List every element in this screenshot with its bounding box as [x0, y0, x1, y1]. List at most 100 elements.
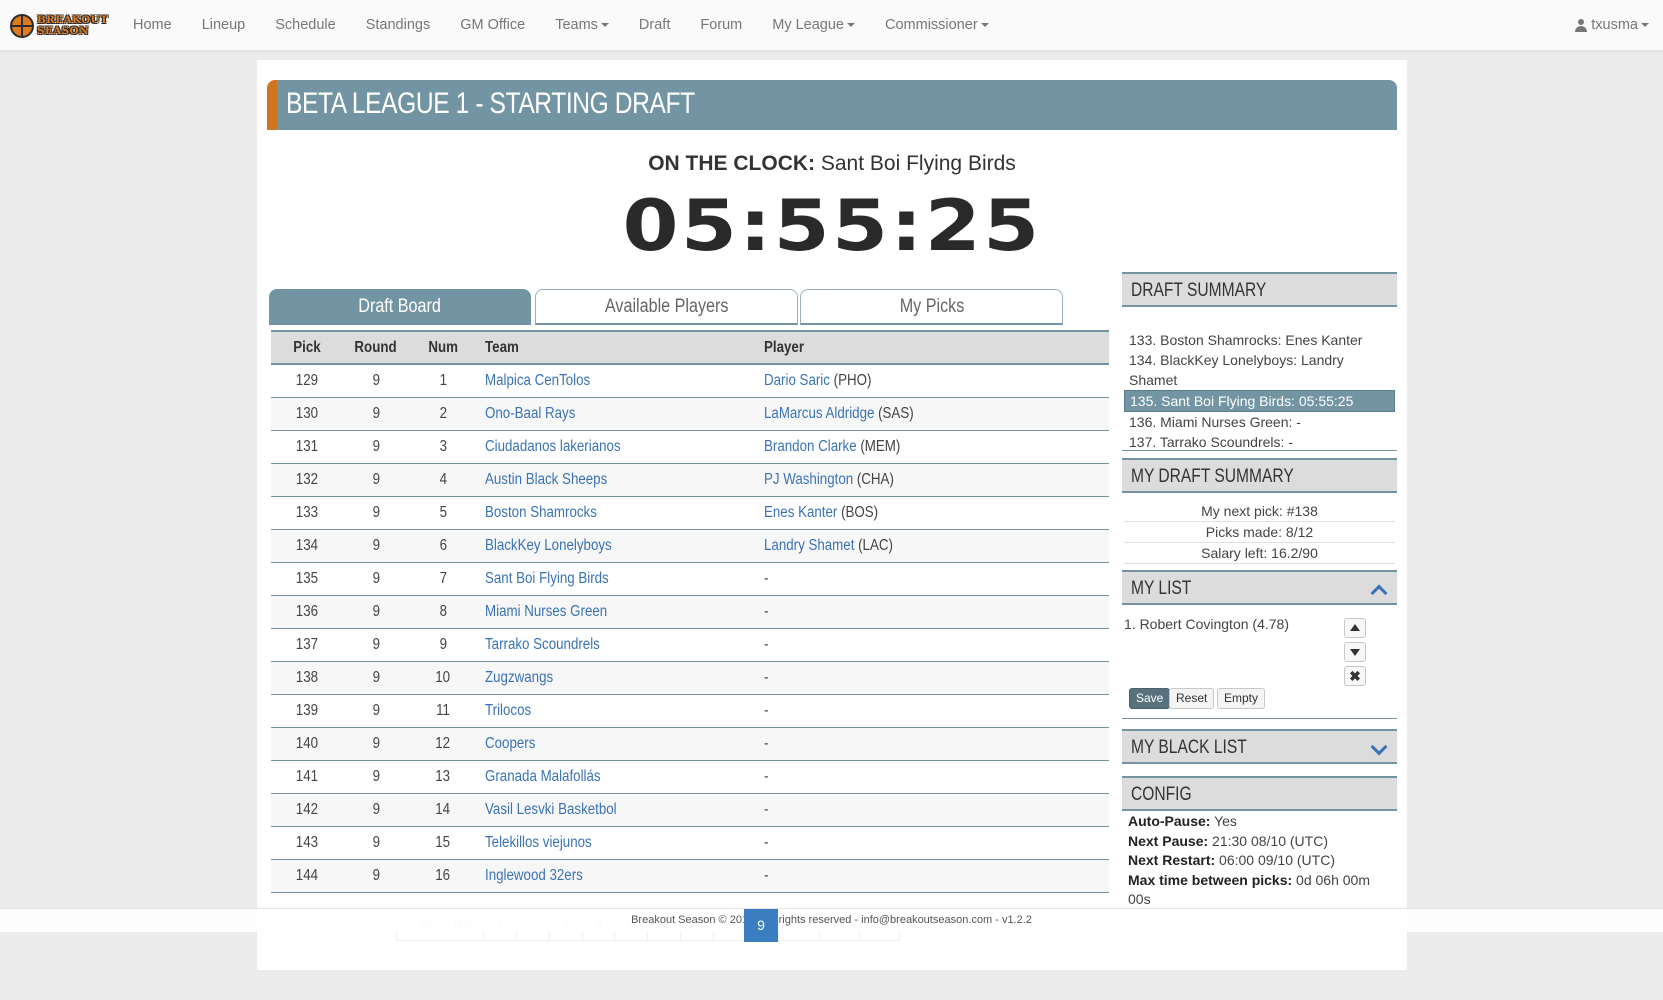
nav-item-label: Forum — [700, 17, 743, 33]
move-up-button[interactable] — [1344, 618, 1366, 638]
brand-wordmark: BREAKOUT SEASON — [37, 15, 108, 37]
player-team-abbr: - — [764, 701, 769, 719]
team-link[interactable]: Telekillos viejunos — [485, 834, 592, 851]
table-row: 137 9 9 Tarrako Scoundrels - — [271, 628, 1109, 662]
my-list-item[interactable]: 1. Robert Covington (4.78) — [1124, 616, 1289, 632]
team-link[interactable]: Austin Black Sheeps — [485, 471, 607, 488]
player-team-abbr: - — [764, 734, 769, 752]
table-header-row: Pick Round Num Team Player — [271, 330, 1109, 365]
empty-button[interactable]: Empty — [1217, 688, 1266, 709]
table-row: 144 9 16 Inglewood 32ers - — [271, 859, 1109, 893]
cell-round: 9 — [343, 364, 409, 398]
cell-pick: 136 — [271, 595, 343, 629]
cell-num: 2 — [409, 397, 477, 431]
team-link[interactable]: Ciudadanos lakerianos — [485, 438, 621, 455]
team-link[interactable]: Tarrako Scoundrels — [485, 636, 600, 653]
cell-round: 9 — [343, 694, 409, 728]
cell-num: 6 — [409, 529, 477, 563]
nav-item-my-league[interactable]: My League — [757, 0, 870, 51]
move-down-button[interactable] — [1344, 642, 1366, 662]
cell-num: 7 — [409, 562, 477, 596]
nav-item-standings[interactable]: Standings — [351, 0, 446, 51]
cell-player: PJ Washington (CHA) — [756, 463, 1109, 497]
nav-item-label: Schedule — [275, 17, 336, 33]
nav-item-teams[interactable]: Teams — [540, 0, 624, 51]
brand-logo[interactable]: BREAKOUT SEASON — [10, 12, 108, 40]
table-row: 143 9 15 Telekillos viejunos - — [271, 826, 1109, 860]
team-link[interactable]: Coopers — [485, 735, 535, 752]
team-link[interactable]: Malpica CenTolos — [485, 372, 590, 389]
cell-pick: 142 — [271, 793, 343, 827]
cell-num: 14 — [409, 793, 477, 827]
cell-num: 1 — [409, 364, 477, 398]
team-link[interactable]: Inglewood 32ers — [485, 867, 583, 884]
nav-item-commissioner[interactable]: Commissioner — [870, 0, 1004, 51]
team-link[interactable]: BlackKey Lonelyboys — [485, 537, 612, 554]
player-link[interactable]: Landry Shamet — [764, 537, 854, 554]
next-pick: My next pick: #138 — [1124, 501, 1395, 522]
cell-player: - — [756, 826, 1109, 860]
page-current[interactable]: 9 — [744, 909, 778, 942]
team-link[interactable]: Vasil Lesvki Basketbol — [485, 801, 617, 818]
team-link[interactable]: Boston Shamrocks — [485, 504, 597, 521]
cell-num: 9 — [409, 628, 477, 662]
chevron-down-icon[interactable] — [1371, 741, 1385, 755]
cell-pick: 135 — [271, 562, 343, 596]
player-link[interactable]: LaMarcus Aldridge — [764, 405, 874, 422]
player-link[interactable]: PJ Washington — [764, 471, 853, 488]
cell-team: Telekillos viejunos — [477, 826, 756, 860]
cell-num: 15 — [409, 826, 477, 860]
nav-item-home[interactable]: Home — [118, 0, 187, 51]
table-row: 142 9 14 Vasil Lesvki Basketbol - — [271, 793, 1109, 827]
cell-round: 9 — [343, 595, 409, 629]
cell-team: Malpica CenTolos — [477, 364, 756, 398]
nav-item-schedule[interactable]: Schedule — [260, 0, 350, 51]
remove-item-button[interactable]: ✖ — [1344, 666, 1366, 686]
table-row: 139 9 11 Trilocos - — [271, 694, 1109, 728]
salary-left: Salary left: 16.2/90 — [1124, 543, 1395, 564]
tab-my-picks[interactable]: My Picks — [800, 289, 1063, 325]
team-link[interactable]: Sant Boi Flying Birds — [485, 570, 609, 587]
config-auto-pause: Auto-Pause: Yes — [1128, 813, 1237, 829]
team-link[interactable]: Granada Malafollás — [485, 768, 601, 785]
cell-pick: 133 — [271, 496, 343, 530]
player-team-abbr: (SAS) — [874, 404, 914, 422]
table-row: 140 9 12 Coopers - — [271, 727, 1109, 761]
team-link[interactable]: Miami Nurses Green — [485, 603, 607, 620]
team-link[interactable]: Ono-Baal Rays — [485, 405, 575, 422]
team-link[interactable]: Trilocos — [485, 702, 531, 719]
team-link[interactable]: Zugzwangs — [485, 669, 553, 686]
user-menu[interactable]: txusma — [1575, 0, 1649, 50]
chevron-up-icon[interactable] — [1371, 582, 1385, 596]
cell-team: Zugzwangs — [477, 661, 756, 695]
reset-button[interactable]: Reset — [1169, 688, 1215, 709]
nav-item-draft[interactable]: Draft — [624, 0, 685, 51]
cell-team: Boston Shamrocks — [477, 496, 756, 530]
cell-round: 9 — [343, 661, 409, 695]
config-next-pause: Next Pause: 21:30 08/10 (UTC) — [1128, 832, 1328, 849]
nav-item-gm-office[interactable]: GM Office — [445, 0, 540, 51]
col-team: Team — [477, 330, 756, 365]
tab-available-players[interactable]: Available Players — [535, 289, 798, 325]
save-button[interactable]: Save — [1129, 688, 1171, 709]
cell-pick: 140 — [271, 727, 343, 761]
col-player: Player — [756, 330, 1109, 365]
nav-item-forum[interactable]: Forum — [685, 0, 757, 51]
nav-item-lineup[interactable]: Lineup — [187, 0, 261, 51]
cell-pick: 134 — [271, 529, 343, 563]
my-list-header[interactable]: MY LIST — [1122, 570, 1397, 605]
divider — [1122, 450, 1397, 451]
cell-round: 9 — [343, 463, 409, 497]
footer: Breakout Season © 2019 · All rights rese… — [0, 908, 1663, 932]
tab-draft-board[interactable]: Draft Board — [269, 289, 531, 325]
cell-num: 3 — [409, 430, 477, 464]
table-row: 129 9 1 Malpica CenTolos Dario Saric (PHO) — [271, 364, 1109, 398]
player-link[interactable]: Dario Saric — [764, 372, 830, 389]
cell-num: 13 — [409, 760, 477, 794]
cell-pick: 132 — [271, 463, 343, 497]
player-link[interactable]: Brandon Clarke — [764, 438, 857, 455]
cell-team: Coopers — [477, 727, 756, 761]
player-link[interactable]: Enes Kanter — [764, 504, 837, 521]
cell-pick: 144 — [271, 859, 343, 893]
my-black-list-header[interactable]: MY BLACK LIST — [1122, 729, 1397, 764]
